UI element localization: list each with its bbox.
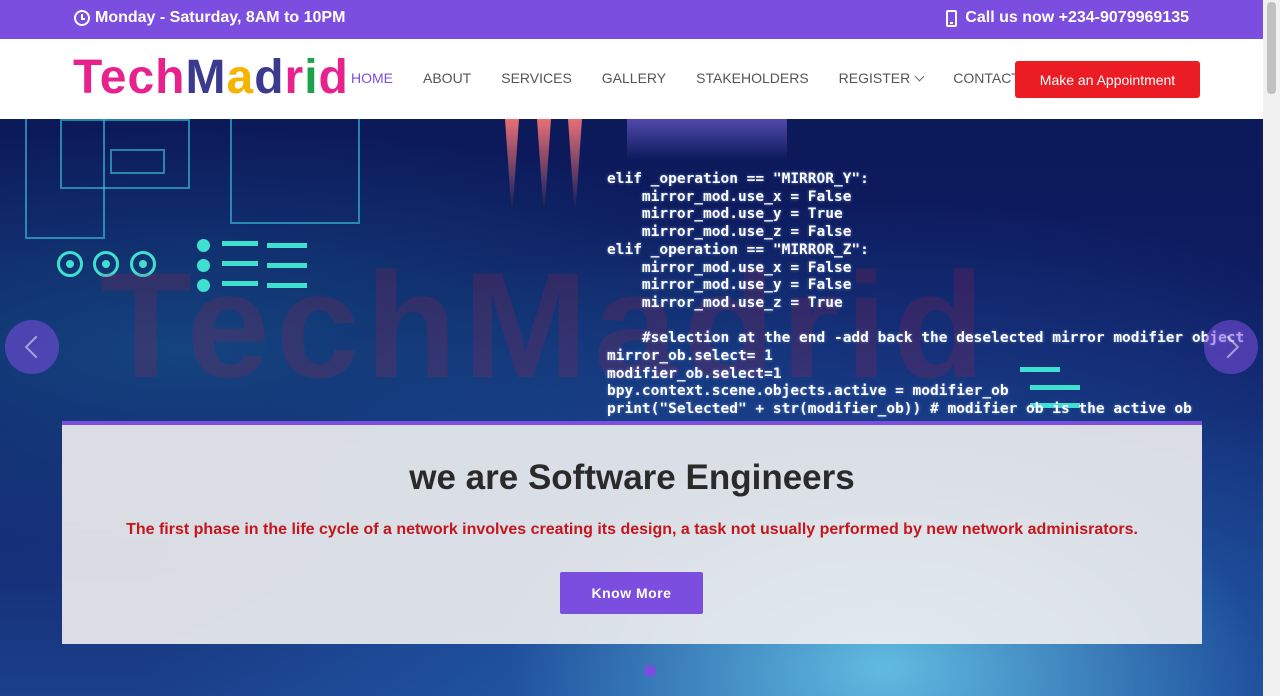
- code-line: mirror_mod.use_y = False: [607, 277, 852, 294]
- code-line: mirror_mod.use_x = False: [607, 188, 852, 205]
- code-line: mirror_mod.use_z = False: [607, 224, 852, 241]
- hero-description: The first phase in the life cycle of a n…: [126, 521, 1138, 538]
- code-line: print("Selected" + str(modifier_ob)) # m…: [607, 401, 1192, 418]
- know-more-button[interactable]: Know More: [560, 572, 703, 614]
- phone-text[interactable]: Call us now +234-9079969135: [965, 9, 1189, 27]
- nav-home[interactable]: HOME: [351, 70, 393, 86]
- code-line: elif _operation == "MIRROR_Z":: [607, 241, 869, 258]
- light-streak: [505, 119, 519, 209]
- code-line: modifier_ob.select=1: [607, 365, 782, 382]
- code-line: mirror_mod.use_y = True: [607, 206, 843, 223]
- logo-letter: i: [304, 51, 319, 104]
- main-nav: HOME ABOUT SERVICES GALLERY STAKEHOLDERS…: [351, 70, 1050, 86]
- page-scrollbar[interactable]: [1263, 0, 1280, 696]
- nav-gallery[interactable]: GALLERY: [602, 70, 666, 86]
- mobile-phone-icon: [946, 9, 958, 27]
- nav-contact[interactable]: CONTACT: [953, 70, 1020, 86]
- business-hours-text: Monday - Saturday, 8AM to 10PM: [95, 9, 346, 26]
- hero-slider: TechMadrid elif _operation == "MIRROR_Y"…: [0, 119, 1263, 696]
- nav-register[interactable]: REGISTER: [838, 70, 925, 86]
- code-line: mirror_ob.select= 1: [607, 348, 773, 365]
- slider-prev-arrow[interactable]: [5, 320, 59, 374]
- circuit-ring: [57, 251, 83, 277]
- light-streak: [627, 119, 787, 159]
- nav-register-label: REGISTER: [838, 70, 911, 86]
- circuit-line: [110, 149, 165, 174]
- nav-stakeholders[interactable]: STAKEHOLDERS: [696, 70, 809, 86]
- logo-letter: M: [185, 51, 227, 104]
- phone-contact[interactable]: Call us now +234-9079969135: [946, 9, 1189, 27]
- hero-caption-panel: we are Software Engineers The first phas…: [62, 421, 1202, 644]
- nav-services[interactable]: SERVICES: [501, 70, 572, 86]
- logo-letter: T: [73, 51, 100, 104]
- logo-letter: d: [254, 51, 285, 104]
- logo-letter: d: [318, 51, 349, 104]
- slider-next-arrow[interactable]: [1204, 320, 1258, 374]
- code-line: #selection at the end -add back the dese…: [607, 330, 1245, 347]
- make-appointment-button[interactable]: Make an Appointment: [1015, 61, 1200, 98]
- chevron-down-icon: [914, 71, 925, 82]
- light-streak: [537, 119, 551, 209]
- nav-about[interactable]: ABOUT: [423, 70, 471, 86]
- code-line: mirror_mod.use_x = False: [607, 259, 852, 276]
- slider-indicator-active[interactable]: [644, 665, 656, 677]
- circuit-line: [230, 119, 360, 224]
- code-line: elif _operation == "MIRROR_Y":: [607, 171, 869, 187]
- site-logo[interactable]: TechMadrid: [73, 53, 349, 103]
- business-hours: Monday - Saturday, 8AM to 10PM: [74, 9, 345, 27]
- site-header: TechMadrid HOME ABOUT SERVICES GALLERY S…: [0, 39, 1263, 119]
- scrollbar-thumb[interactable]: [1267, 2, 1276, 94]
- top-info-bar: Monday - Saturday, 8AM to 10PM Call us n…: [0, 0, 1263, 39]
- logo-letter: a: [226, 51, 255, 104]
- logo-letter: h: [155, 51, 186, 104]
- code-line: mirror_mod.use_z = True: [607, 294, 843, 311]
- logo-letter: c: [127, 51, 156, 104]
- code-background: elif _operation == "MIRROR_Y": mirror_mo…: [607, 171, 1244, 419]
- hero-heading: we are Software Engineers: [409, 458, 855, 497]
- code-line: bpy.context.scene.objects.active = modif…: [607, 383, 1009, 400]
- light-streak: [568, 119, 582, 209]
- logo-letter: r: [284, 51, 305, 104]
- clock-icon: [74, 10, 90, 26]
- logo-letter: e: [99, 51, 128, 104]
